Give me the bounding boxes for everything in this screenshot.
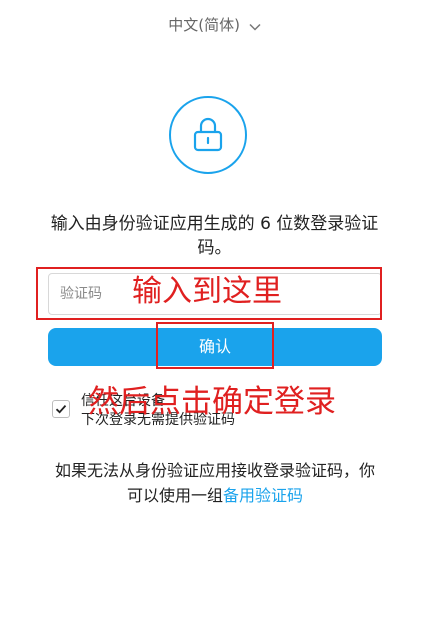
backup-code-hint-text: 如果无法从身份验证应用接收登录验证码，你可以使用一组 xyxy=(54,461,375,505)
trust-device-checkbox[interactable] xyxy=(52,400,70,418)
language-selector[interactable]: 中文(简体) xyxy=(0,14,429,35)
lock-icon xyxy=(193,117,223,152)
language-label: 中文(简体) xyxy=(168,16,240,34)
lock-icon-circle xyxy=(169,96,247,174)
checkmark-icon xyxy=(55,405,67,414)
backup-code-hint: 如果无法从身份验证应用接收登录验证码，你可以使用一组备用验证码 xyxy=(48,458,382,508)
input-annotation-text: 输入到这里 xyxy=(132,274,282,309)
backup-code-link[interactable]: 备用验证码 xyxy=(223,486,303,505)
confirm-annotation-box xyxy=(156,322,274,369)
instruction-text: 输入由身份验证应用生成的 6 位数登录验证码。 xyxy=(50,214,379,258)
click-annotation-text: 然后点击确定登录 xyxy=(88,384,336,420)
chevron-down-icon xyxy=(249,17,261,35)
